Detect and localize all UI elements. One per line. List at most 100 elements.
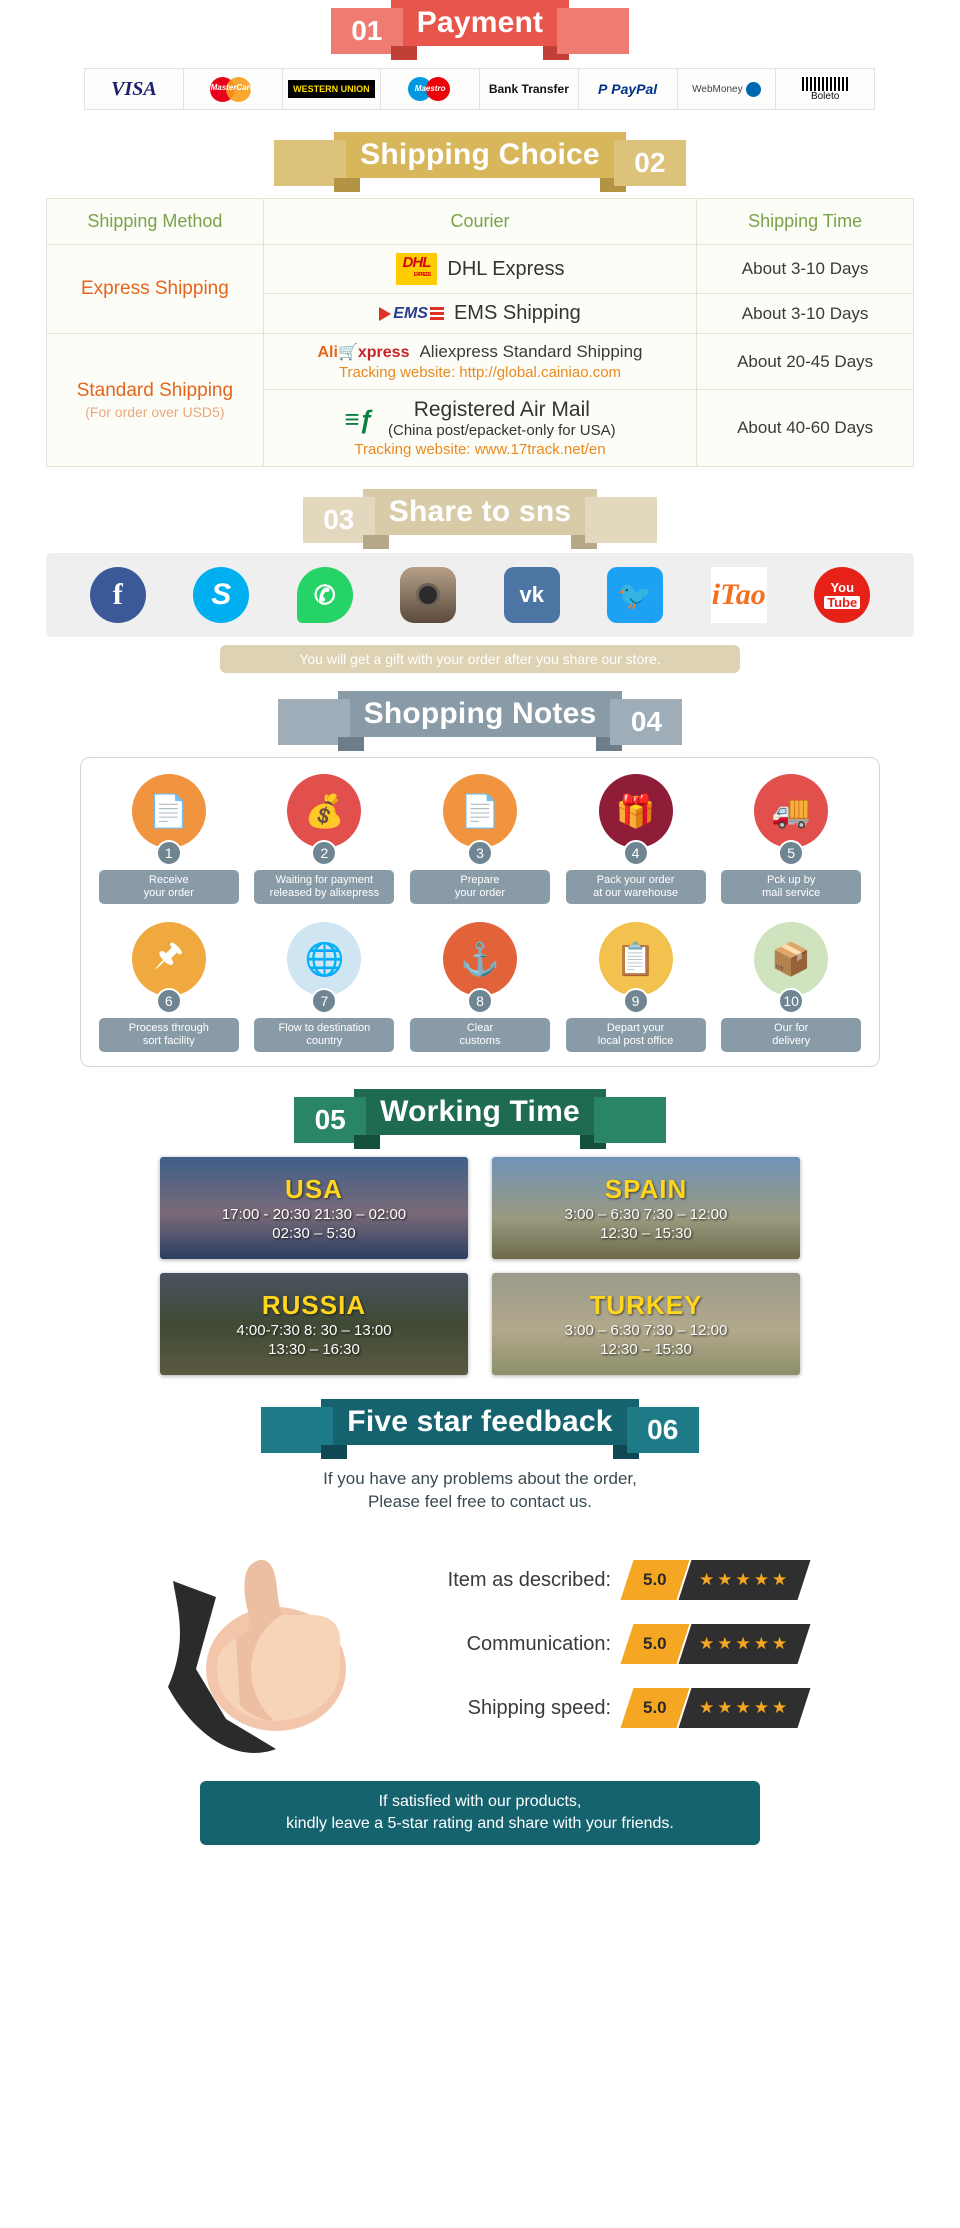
rating-label: Shipping speed: xyxy=(467,1696,612,1719)
aliexpress-logo: Ali🛒xpress xyxy=(317,344,410,361)
social-icons-bar: f S ✆ vk 🐦 iTao You Tube xyxy=(46,553,914,637)
webmoney-logo: WebMoney xyxy=(692,81,761,97)
cell-method-express: Express Shipping xyxy=(46,244,264,334)
note-step-number: 2 xyxy=(311,840,338,866)
ribbon-fold-left xyxy=(321,1445,348,1459)
globe-icon: 🌐 xyxy=(287,922,362,996)
table-row: Express Shipping DHL EXPRESS DHL Express … xyxy=(46,244,914,334)
country-hours: 4:00-7:30 8: 30 – 13:00 13:30 – 16:30 xyxy=(236,1321,392,1358)
share-banner: 03 Share to sns xyxy=(0,489,960,549)
ems-wordmark: EMS xyxy=(393,304,428,322)
method-sublabel: (For order over USD5) xyxy=(85,404,225,420)
anchor-icon: ⚓ xyxy=(442,922,517,996)
ems-logo: EMS xyxy=(379,305,444,323)
money-bag-icon: 💰 xyxy=(287,774,362,848)
note-step-label: Pack your order at our warehouse xyxy=(565,870,706,904)
note-step-10: 📦 10 Our for delivery xyxy=(721,922,862,1052)
courier-name: Registered Air Mail xyxy=(413,398,590,421)
payment-method-western-union: WESTERN UNION xyxy=(281,68,382,110)
feedback-body: Item as described: 5.0 ★★★★★ Communicati… xyxy=(0,1519,960,1769)
note-step-number: 1 xyxy=(155,840,182,866)
gift-icon: 🎁 xyxy=(598,774,673,848)
cell-time-dhl: About 3-10 Days xyxy=(696,244,914,294)
country-hours: 17:00 - 20:30 21:30 – 02:00 02:30 – 5:30 xyxy=(221,1205,407,1242)
header-shipping-method: Shipping Method xyxy=(46,198,264,245)
youtube-icon[interactable]: You Tube xyxy=(814,567,871,623)
payment-method-visa: VISA xyxy=(84,68,184,110)
share-title: Share to sns xyxy=(388,495,572,528)
note-step-2: 💰 2 Waiting for payment released by alixe… xyxy=(254,774,395,904)
visa-logo: VISA xyxy=(111,77,157,100)
mastercard-logo: MasterCard xyxy=(202,74,264,104)
shopping-notes-step-number: 04 xyxy=(630,706,662,737)
note-step-6: 🖈 6 Process through sort facility xyxy=(98,922,239,1052)
cell-time-ems: About 3-10 Days xyxy=(696,293,914,334)
payment-method-paypal: P PayPal xyxy=(577,68,678,110)
country-name: USA xyxy=(285,1173,343,1204)
note-step-label: Receive your order xyxy=(98,870,239,904)
country-name: TURKEY xyxy=(589,1289,703,1320)
shipping-ribbon: Shipping Choice 02 xyxy=(274,132,686,192)
western-union-logo: WESTERN UNION xyxy=(288,80,375,98)
rating-stars: ★★★★★ xyxy=(678,1688,811,1728)
instagram-lens xyxy=(416,583,441,607)
webmoney-label: WebMoney xyxy=(692,83,743,95)
shopping-notes-ribbon: Shopping Notes 04 xyxy=(277,691,683,751)
rating-badge: 5.0 ★★★★★ xyxy=(620,1688,811,1728)
itao-icon[interactable]: iTao xyxy=(710,567,767,623)
youtube-tube: Tube xyxy=(824,596,861,609)
header-shipping-time: Shipping Time xyxy=(696,198,914,245)
note-step-label: Depart your local post office xyxy=(565,1018,706,1052)
note-step-1: 📄 1 Receive your order xyxy=(98,774,239,904)
rating-badge: 5.0 ★★★★★ xyxy=(620,1560,811,1600)
product-detail-page: 01 Payment VISA MasterCard WESTERN UNION xyxy=(0,0,960,1875)
whatsapp-icon[interactable]: ✆ xyxy=(296,567,353,623)
cell-time-aliexpress: About 20-45 Days xyxy=(696,333,914,390)
rating-stars: ★★★★★ xyxy=(678,1624,811,1664)
rating-score: 5.0 xyxy=(620,1624,690,1664)
method-label: Standard Shipping xyxy=(76,380,234,401)
working-time-card-russia: RUSSIA 4:00-7:30 8: 30 – 13:00 13:30 – 16… xyxy=(160,1273,468,1375)
payment-banner: 01 Payment xyxy=(0,0,960,60)
header-courier: Courier xyxy=(262,198,698,245)
shipping-table: Shipping Method Courier Shipping Time Ex… xyxy=(46,198,914,467)
feedback-step-number: 06 xyxy=(647,1414,679,1445)
shipping-step-number: 02 xyxy=(634,147,666,178)
ems-triangle-icon xyxy=(379,306,392,321)
maestro-logo: Maestro xyxy=(402,75,458,103)
rating-stars: ★★★★★ xyxy=(678,1560,811,1600)
table-row: Standard Shipping (For order over USD5) … xyxy=(46,333,914,467)
note-step-label: Waiting for payment released by alixepres… xyxy=(254,870,395,904)
rating-badge: 5.0 ★★★★★ xyxy=(620,1624,811,1664)
payment-method-webmoney: WebMoney xyxy=(676,68,777,110)
twitter-icon[interactable]: 🐦 xyxy=(607,567,664,623)
ribbon-tail-right xyxy=(557,8,630,54)
working-time-card-usa: USA 17:00 - 20:30 21:30 – 02:00 02:30 – 5… xyxy=(160,1157,468,1259)
country-hours: 3:00 – 6:30 7:30 – 12:00 12:30 – 15:30 xyxy=(564,1321,728,1358)
note-step-8: ⚓ 8 Clear customs xyxy=(409,922,550,1052)
feedback-banner: Five star feedback 06 xyxy=(0,1399,960,1459)
note-step-number: 7 xyxy=(311,988,338,1014)
shipping-banner: Shipping Choice 02 xyxy=(0,132,960,192)
tracking-website-cainiao[interactable]: Tracking website: http://global.cainiao.… xyxy=(270,364,691,381)
note-step-label: Our for delivery xyxy=(721,1018,862,1052)
document-icon: 📄 xyxy=(442,774,517,848)
payment-method-mastercard: MasterCard xyxy=(182,68,283,110)
method-label: Express Shipping xyxy=(80,278,229,299)
webmoney-dot-icon xyxy=(745,81,761,97)
mail-truck-icon: 🚚 xyxy=(754,774,829,848)
facebook-icon[interactable]: f xyxy=(89,567,146,623)
note-step-label: Prepare your order xyxy=(409,870,550,904)
cell-method-standard: Standard Shipping (For order over USD5) xyxy=(46,333,264,467)
shopping-notes-title: Shopping Notes xyxy=(363,697,597,730)
working-time-grid: USA 17:00 - 20:30 21:30 – 02:00 02:30 – 5… xyxy=(160,1157,800,1375)
vk-icon[interactable]: vk xyxy=(503,567,560,623)
note-step-4: 🎁 4 Pack your order at our warehouse xyxy=(565,774,706,904)
rating-row-item-as-described: Item as described: 5.0 ★★★★★ xyxy=(396,1560,811,1600)
payment-title: Payment xyxy=(416,6,544,39)
instagram-icon[interactable] xyxy=(400,567,457,623)
skype-icon[interactable]: S xyxy=(193,567,250,623)
tracking-website-17track[interactable]: Tracking website: www.17track.net/en xyxy=(270,441,691,458)
note-step-7: 🌐 7 Flow to destination country xyxy=(254,922,395,1052)
dhl-logo: DHL EXPRESS xyxy=(395,253,438,285)
